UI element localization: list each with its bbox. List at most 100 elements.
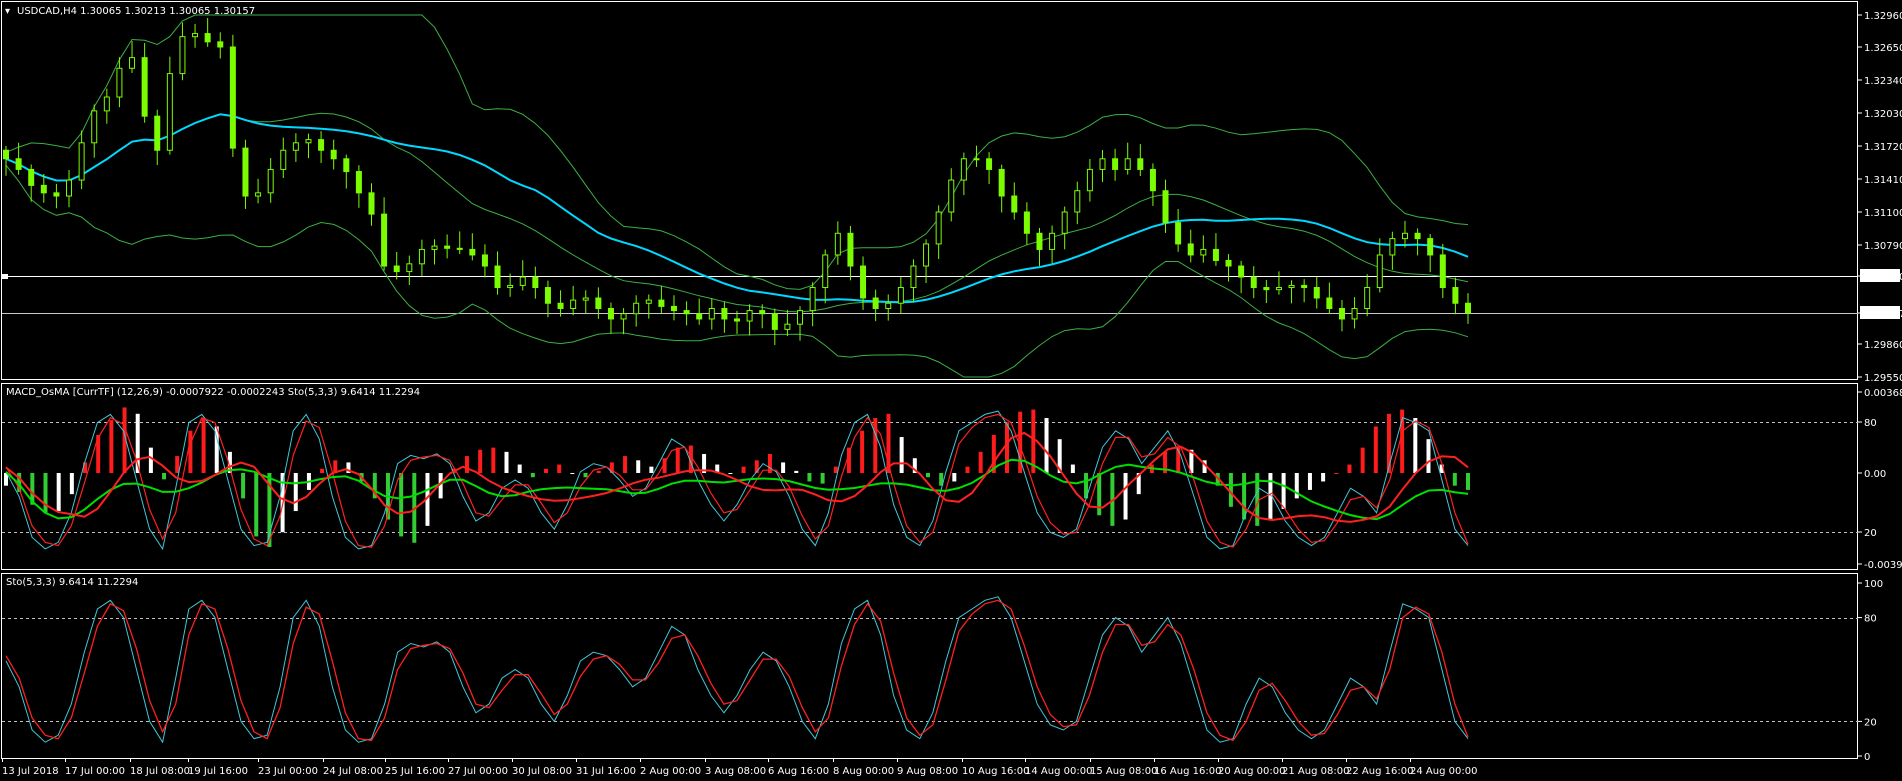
macd-bar [1373, 426, 1378, 473]
price-panel-header: USDCAD,H4 1.30065 1.30213 1.30065 1.3015… [17, 6, 255, 17]
candle-bear [318, 139, 325, 151]
macd-bar [491, 447, 496, 473]
candle-bull [1049, 232, 1056, 250]
macd-bar [188, 430, 193, 473]
sto-tick-label: 20 [1864, 717, 1877, 728]
macd-bar [1452, 473, 1457, 486]
time-tick-label: 23 Jul 00:00 [258, 766, 318, 777]
macd-bar [1386, 413, 1391, 473]
macd-bar [570, 473, 575, 474]
chart-canvas: ▾ USDCAD,H4 1.30065 1.30213 1.30065 1.30… [0, 0, 1902, 781]
macd-bar [109, 420, 114, 473]
time-tick-label: 2 Aug 00:00 [640, 766, 701, 777]
candle-bull [582, 297, 589, 301]
candle-bull [1275, 287, 1282, 291]
time-tick-label: 24 Aug 00:00 [1410, 766, 1477, 777]
candle-bear [393, 265, 400, 273]
candle-bull [1351, 307, 1358, 320]
macd-bar [320, 468, 325, 473]
price-tick-label: 1.32030 [1864, 109, 1902, 120]
macd-bar [807, 473, 812, 482]
time-tick-label: 15 Aug 08:00 [1090, 766, 1157, 777]
candle-bear [532, 276, 539, 289]
candle-bear [381, 213, 388, 267]
time-tick-label: 18 Jul 08:00 [130, 766, 190, 777]
candle-bull [255, 192, 262, 197]
candle-bull [923, 243, 930, 267]
price-tick-label: 1.31100 [1864, 208, 1902, 219]
time-tick-label: 13 Jul 2018 [2, 766, 59, 777]
candle-bear [1175, 222, 1182, 245]
macd-bar [1242, 473, 1247, 520]
candle-bear [670, 305, 677, 312]
macd-bar [504, 451, 509, 473]
macd-bar [860, 430, 865, 473]
candle-bull [166, 73, 173, 151]
candle-bear [1414, 232, 1421, 240]
time-tick-label: 17 Jul 00:00 [65, 766, 125, 777]
macd-bar [925, 473, 930, 478]
candle-bull [507, 284, 514, 289]
sto-tick-label: 100 [1864, 579, 1883, 590]
candle-bear [355, 171, 362, 194]
macd-bar [623, 456, 628, 473]
candle-bull [973, 158, 980, 161]
candle-bear [481, 254, 488, 267]
time-tick-label: 14 Aug 00:00 [1025, 766, 1092, 777]
candle-bull [948, 179, 955, 213]
time-tick-label: 27 Jul 00:00 [448, 766, 508, 777]
candle-bull [1288, 284, 1295, 289]
candle-bear [242, 147, 249, 197]
macd-bar [1426, 439, 1431, 473]
line-anchor-marker[interactable] [2, 274, 8, 279]
macd-bar [293, 473, 298, 512]
candle-bull [822, 254, 829, 289]
candle-bull [292, 142, 299, 151]
candle-bear [1313, 287, 1320, 299]
sto-tick-label: 80 [1864, 614, 1877, 625]
macd-bar [649, 466, 654, 473]
macd-bar [69, 473, 74, 495]
candle-bear [1439, 254, 1446, 289]
macd-bar [399, 473, 404, 537]
candle-bull [519, 276, 526, 286]
time-tick-label: 10 Aug 16:00 [962, 766, 1029, 777]
macd-bar [1281, 473, 1286, 509]
candle-bull [431, 245, 438, 250]
candle-bear [1212, 248, 1219, 262]
macd-bar [1307, 473, 1312, 490]
macd-bar [1334, 473, 1339, 474]
candle-bull [116, 67, 123, 98]
candle-bull [66, 179, 73, 197]
candle-bear [53, 192, 60, 197]
candle-bull [406, 263, 413, 273]
time-tick-label: 16 Aug 16:00 [1154, 766, 1221, 777]
macd-bar [148, 447, 153, 473]
candle-bear [229, 46, 236, 149]
macd-tick-label: 0.00 [1864, 469, 1886, 480]
candle-bear [544, 287, 551, 304]
candle-bear [1465, 302, 1471, 314]
candle-bull [620, 313, 627, 320]
candle-bear [1011, 195, 1018, 213]
candle-bull [910, 265, 917, 289]
candle-bear [330, 149, 337, 160]
macd-bar [675, 447, 680, 473]
candle-bear [607, 307, 614, 320]
candle-bear [28, 168, 35, 186]
candle-bull [1061, 211, 1068, 234]
sto-panel-header: Sto(5,3,3) 9.6414 11.2294 [6, 577, 138, 588]
candle-bear [759, 310, 766, 315]
candle-bear [696, 313, 703, 320]
menu-triangle-icon[interactable]: ▾ [5, 6, 10, 17]
time-tick-label: 25 Jul 16:00 [385, 766, 445, 777]
macd-bar [636, 460, 641, 473]
candle-bull [885, 302, 892, 309]
candle-bear [3, 149, 9, 160]
candle-bull [1364, 287, 1371, 309]
macd-bar [162, 473, 167, 480]
macd-bar [1413, 418, 1418, 473]
candle-bear [1238, 265, 1245, 278]
macd-bar [781, 462, 786, 473]
candle-bull [280, 149, 287, 170]
